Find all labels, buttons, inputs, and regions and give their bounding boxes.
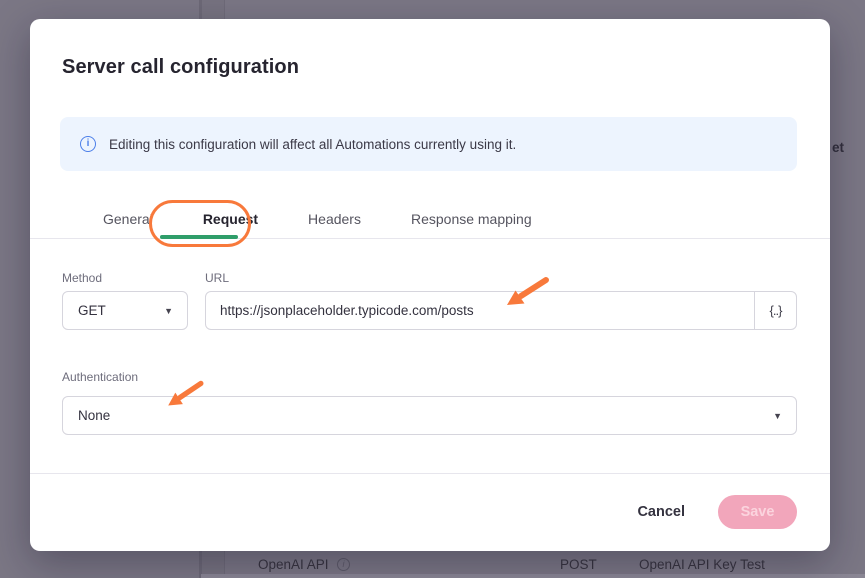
tab-general[interactable]: General bbox=[103, 211, 153, 227]
footer-divider bbox=[30, 473, 830, 474]
background-table-row: OpenAI API i POST OpenAI API Key Test bbox=[0, 557, 865, 574]
api-key-cell: OpenAI API Key Test bbox=[639, 557, 765, 572]
tab-headers[interactable]: Headers bbox=[308, 211, 361, 227]
chevron-down-icon: ▼ bbox=[773, 411, 782, 421]
info-banner: i Editing this configuration will affect… bbox=[60, 117, 797, 171]
background-clipped-text: et bbox=[832, 140, 844, 155]
url-label: URL bbox=[205, 271, 229, 285]
tab-bar-divider bbox=[30, 238, 830, 239]
cancel-button[interactable]: Cancel bbox=[637, 504, 685, 520]
tab-bar: General Request Headers Response mapping bbox=[103, 211, 532, 227]
authentication-value: None bbox=[78, 408, 110, 423]
url-input[interactable]: https://jsonplaceholder.typicode.com/pos… bbox=[206, 292, 754, 329]
url-field-group: https://jsonplaceholder.typicode.com/pos… bbox=[205, 291, 797, 330]
authentication-select[interactable]: None ▼ bbox=[62, 396, 797, 435]
method-cell: POST bbox=[560, 557, 597, 572]
method-select[interactable]: GET ▼ bbox=[62, 291, 188, 330]
chevron-down-icon: ▼ bbox=[164, 306, 173, 316]
active-tab-underline bbox=[160, 235, 238, 239]
tab-response-mapping[interactable]: Response mapping bbox=[411, 211, 532, 227]
info-banner-text: Editing this configuration will affect a… bbox=[109, 137, 516, 152]
dialog-title: Server call configuration bbox=[62, 56, 299, 79]
method-label: Method bbox=[62, 271, 102, 285]
config-name-cell: OpenAI API bbox=[258, 557, 329, 572]
info-icon: i bbox=[80, 136, 96, 152]
method-value: GET bbox=[78, 303, 106, 318]
dialog-footer: Cancel Save bbox=[637, 495, 797, 529]
save-button[interactable]: Save bbox=[718, 495, 797, 529]
server-call-configuration-dialog: Server call configuration i Editing this… bbox=[30, 19, 830, 551]
authentication-label: Authentication bbox=[62, 370, 138, 384]
tab-request[interactable]: Request bbox=[203, 211, 258, 227]
background-table-row-edge bbox=[201, 574, 865, 578]
info-icon: i bbox=[337, 558, 350, 571]
insert-variable-button[interactable]: {..} bbox=[754, 292, 796, 329]
